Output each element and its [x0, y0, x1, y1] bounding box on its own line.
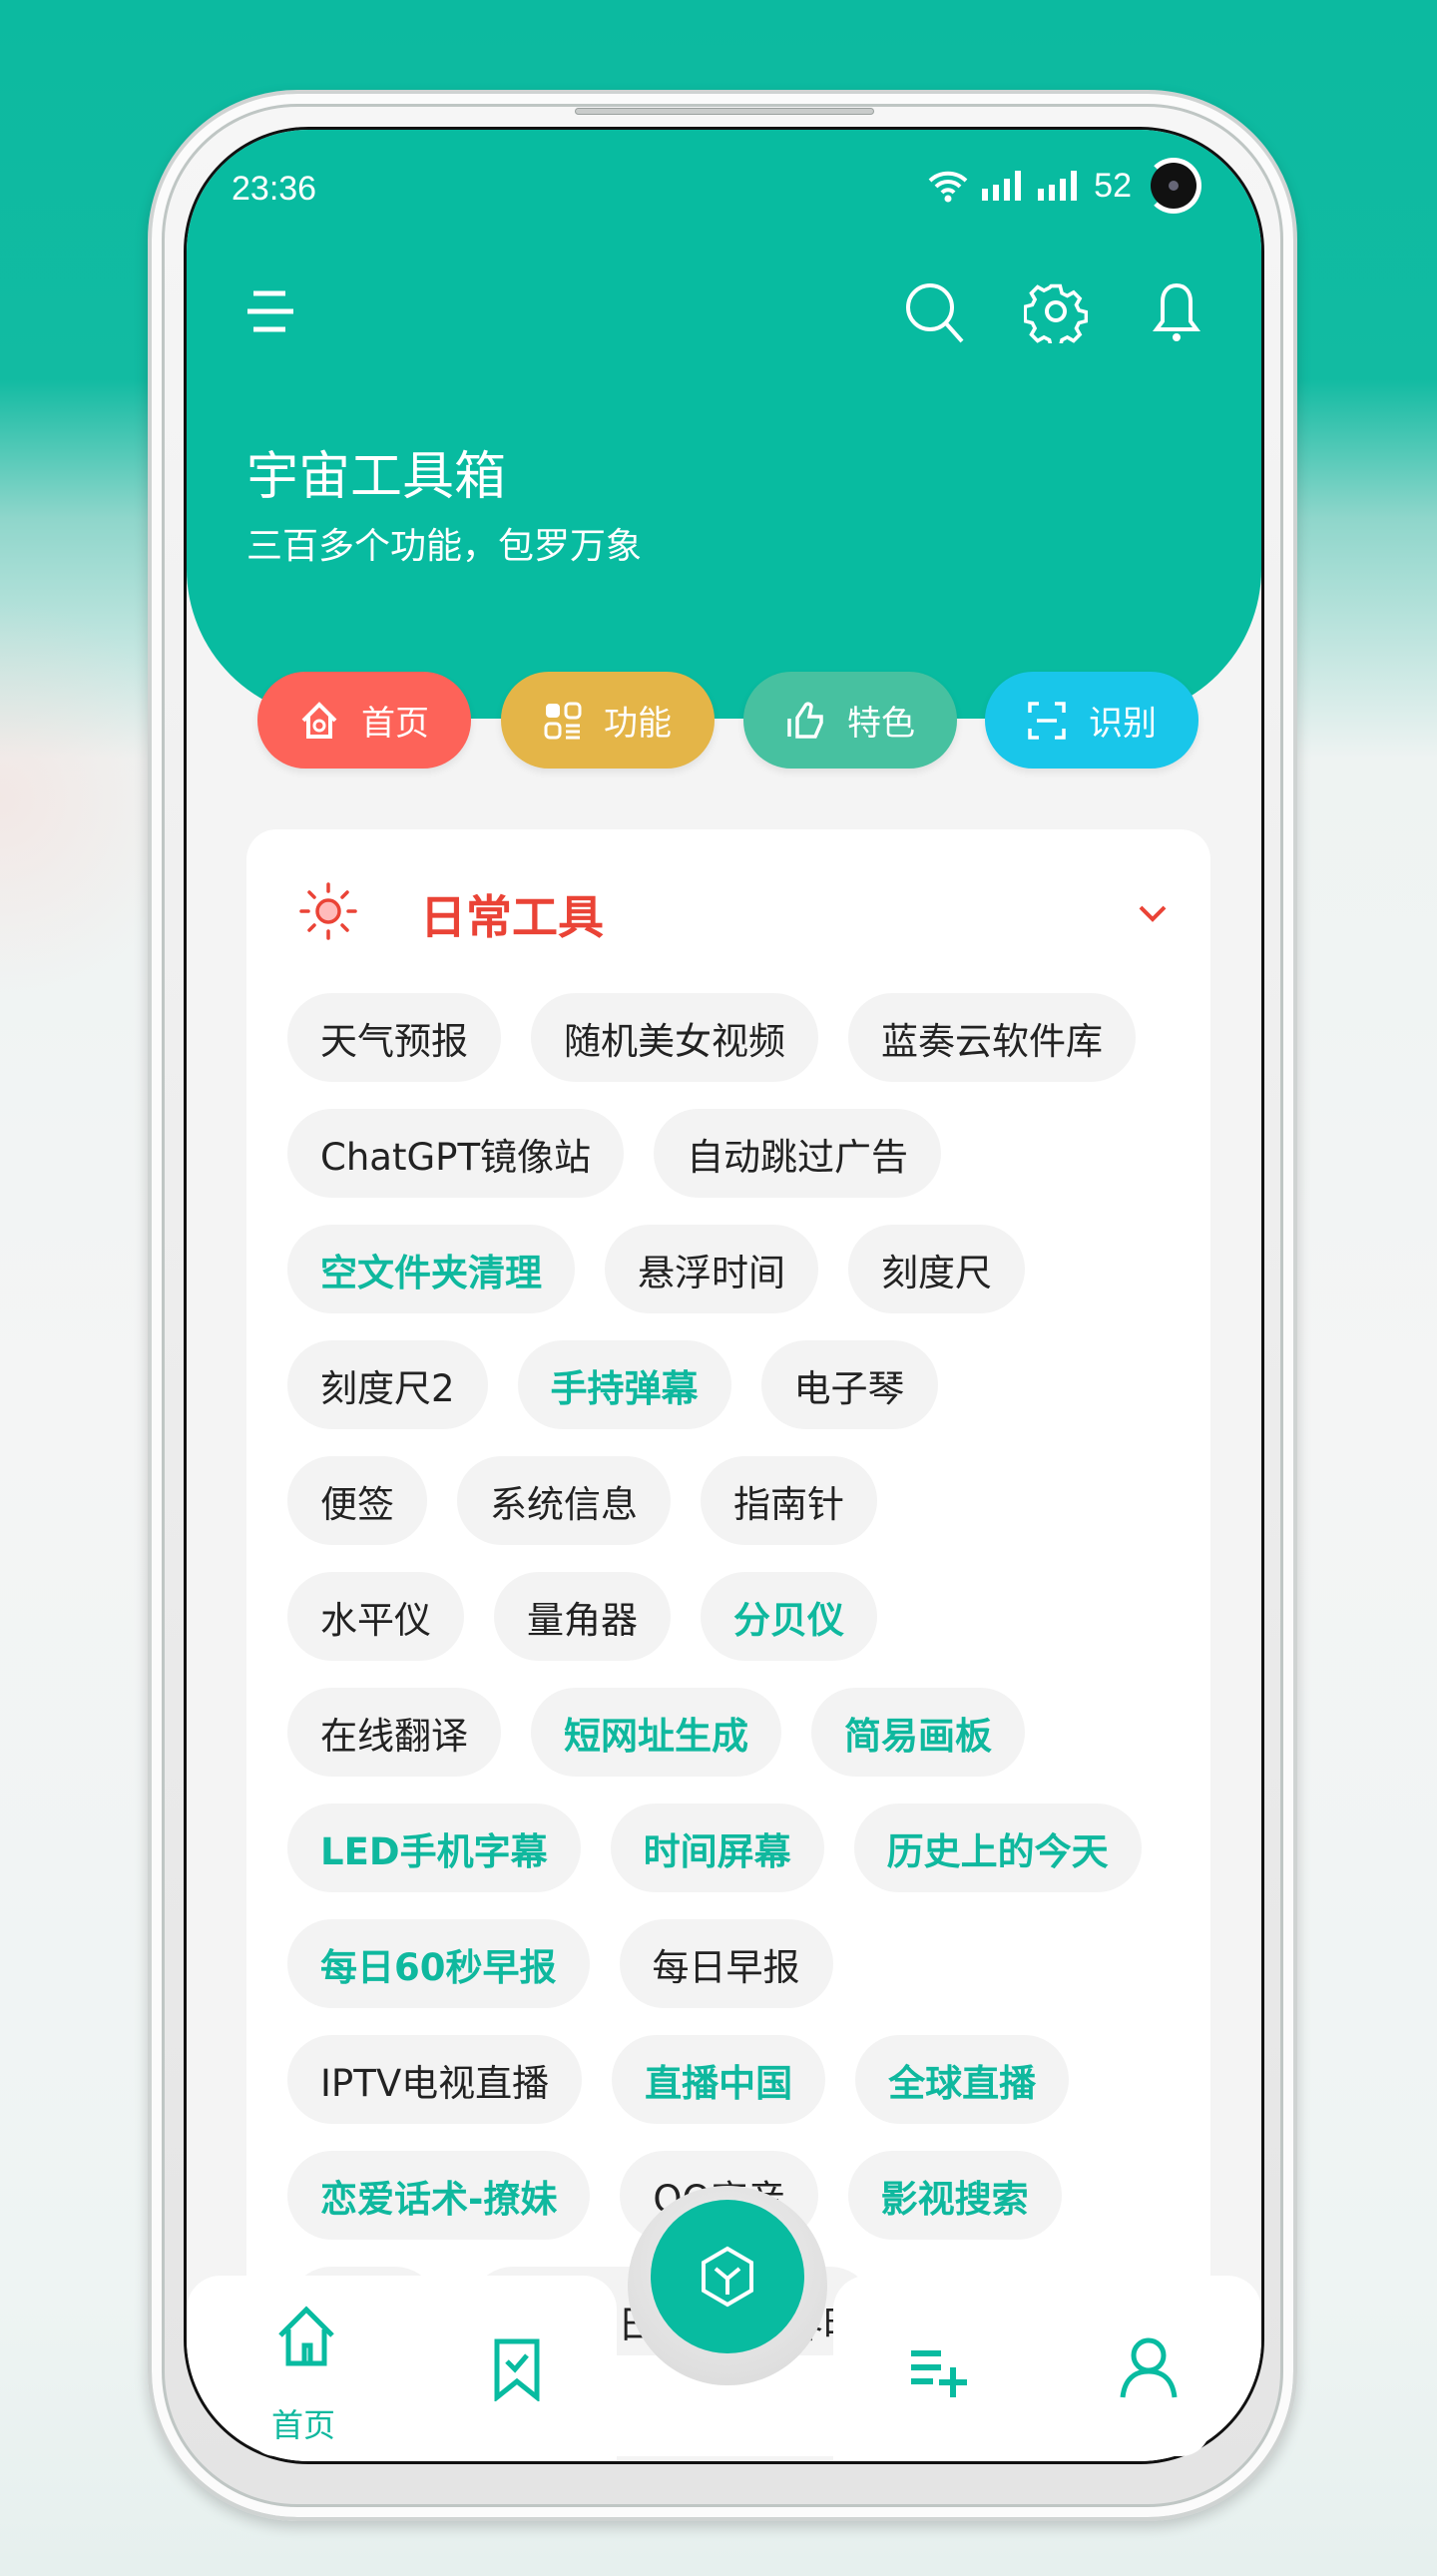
- tool-chip[interactable]: 在线翻译: [287, 1688, 501, 1777]
- tool-chip[interactable]: 刻度尺2: [287, 1340, 488, 1429]
- camera-cutout: [1146, 158, 1201, 214]
- phone-speaker: [575, 108, 874, 115]
- status-time: 23:36: [232, 170, 317, 208]
- nav-home-label[interactable]: 首页: [271, 2400, 335, 2446]
- thumbs-up-icon: [787, 701, 823, 739]
- quick-nav-label: 特色: [847, 704, 915, 744]
- app-screen: 23:36 52 宇宙工具箱 三百多个功能，包罗万象 首页 功能 特色 识别 日…: [184, 127, 1264, 2464]
- status-icons: 52: [928, 158, 1201, 214]
- user-icon[interactable]: [1117, 2335, 1181, 2399]
- grid-icon: [544, 702, 582, 739]
- tool-chip[interactable]: 每日早报: [619, 1919, 833, 2008]
- tool-chip-row: ChatGPT镜像站 自动跳过广告: [287, 1109, 1142, 1198]
- tool-chip[interactable]: 手持弹幕: [517, 1340, 731, 1429]
- center-action-button[interactable]: [651, 2200, 804, 2353]
- playlist-add-icon[interactable]: [907, 2339, 971, 2403]
- tool-chip[interactable]: 历史上的今天: [853, 1803, 1142, 1892]
- quick-nav-features[interactable]: 功能: [501, 672, 715, 769]
- signal-icon: [982, 171, 1022, 201]
- bell-icon[interactable]: [1145, 279, 1208, 343]
- tool-chip-row: LED手机字幕 时间屏幕 历史上的今天: [287, 1803, 1142, 1892]
- bottom-nav-right: [833, 2276, 1261, 2461]
- tool-chip[interactable]: 短网址生成: [531, 1688, 781, 1777]
- tool-chip[interactable]: 影视搜索: [847, 2151, 1062, 2240]
- tool-chip[interactable]: 系统信息: [457, 1456, 671, 1545]
- menu-icon[interactable]: [241, 279, 305, 343]
- tool-chip[interactable]: 电子琴: [760, 1340, 938, 1429]
- app-subtitle: 三百多个功能，包罗万象: [246, 526, 643, 567]
- tool-chip[interactable]: 简易画板: [811, 1688, 1025, 1777]
- tool-chip[interactable]: 便签: [287, 1456, 427, 1545]
- signal-icon-2: [1038, 171, 1078, 201]
- section-title: 日常工具: [420, 890, 604, 944]
- tool-chip[interactable]: 悬浮时间: [605, 1225, 818, 1313]
- cube-icon: [702, 2246, 753, 2308]
- bottom-nav-left: [187, 2276, 617, 2461]
- tool-chip[interactable]: 随机美女视频: [531, 993, 818, 1082]
- tool-chip-row: 水平仪 量角器 分贝仪: [287, 1572, 1142, 1661]
- tool-chip-row: IPTV电视直播 直播中国 全球直播: [287, 2035, 1142, 2124]
- tool-chip[interactable]: 量角器: [494, 1572, 671, 1661]
- tool-chip-row: 每日60秒早报 每日早报: [287, 1919, 1142, 2008]
- tool-chip[interactable]: 天气预报: [287, 993, 501, 1082]
- search-icon[interactable]: [902, 279, 966, 343]
- tool-chip-row: 便签 系统信息 指南针: [287, 1456, 1142, 1545]
- nav-home-icon[interactable]: [274, 2306, 338, 2369]
- tool-chip[interactable]: ChatGPT镜像站: [287, 1109, 625, 1198]
- quick-nav-special[interactable]: 特色: [743, 672, 957, 769]
- tool-chip[interactable]: 水平仪: [287, 1572, 464, 1661]
- tool-chip[interactable]: 直播中国: [612, 2035, 826, 2124]
- quick-nav-label: 功能: [604, 704, 672, 744]
- tool-chip-row: 空文件夹清理 悬浮时间 刻度尺: [287, 1225, 1142, 1313]
- chevron-down-icon[interactable]: [1135, 895, 1171, 931]
- tool-chip-list: 天气预报 随机美女视频 蓝奏云软件库 ChatGPT镜像站 自动跳过广告 空文件夹清理 悬浮…: [287, 993, 1142, 2267]
- tool-chip[interactable]: 分贝仪: [701, 1572, 877, 1661]
- scan-icon: [1028, 701, 1066, 740]
- quick-nav-label: 识别: [1089, 704, 1157, 744]
- tool-chip[interactable]: 刻度尺: [848, 1225, 1025, 1313]
- home-icon: [301, 701, 337, 739]
- quick-nav-recognize[interactable]: 识别: [985, 672, 1198, 769]
- tool-chip[interactable]: 恋爱话术-撩妹: [287, 2151, 591, 2240]
- tool-chip[interactable]: IPTV电视直播: [287, 2035, 583, 2124]
- sun-icon: [299, 882, 357, 940]
- gear-icon[interactable]: [1024, 279, 1088, 343]
- bookmark-check-icon[interactable]: [485, 2337, 549, 2401]
- tool-chip[interactable]: LED手机字幕: [287, 1803, 581, 1892]
- tool-chip[interactable]: 全球直播: [855, 2035, 1070, 2124]
- tool-chip[interactable]: 时间屏幕: [610, 1803, 824, 1892]
- tool-chip-row: 天气预报 随机美女视频 蓝奏云软件库: [287, 993, 1142, 1082]
- quick-nav-label: 首页: [361, 704, 429, 744]
- app-title: 宇宙工具箱: [246, 447, 507, 507]
- tool-chip[interactable]: 指南针: [701, 1456, 877, 1545]
- tool-chip[interactable]: 蓝奏云软件库: [848, 993, 1136, 1082]
- tool-chip[interactable]: 每日60秒早报: [287, 1919, 590, 2008]
- tool-chip-row: 在线翻译 短网址生成 简易画板: [287, 1688, 1142, 1777]
- app-header: 23:36 52 宇宙工具箱 三百多个功能，包罗万象: [187, 130, 1261, 719]
- tool-chip-row: 刻度尺2 手持弹幕 电子琴: [287, 1340, 1142, 1429]
- tool-chip[interactable]: 自动跳过广告: [654, 1109, 942, 1198]
- quick-nav-home[interactable]: 首页: [257, 672, 471, 769]
- battery-level: 52: [1094, 166, 1132, 205]
- tool-chip[interactable]: 空文件夹清理: [287, 1225, 575, 1313]
- wifi-icon: [928, 171, 968, 203]
